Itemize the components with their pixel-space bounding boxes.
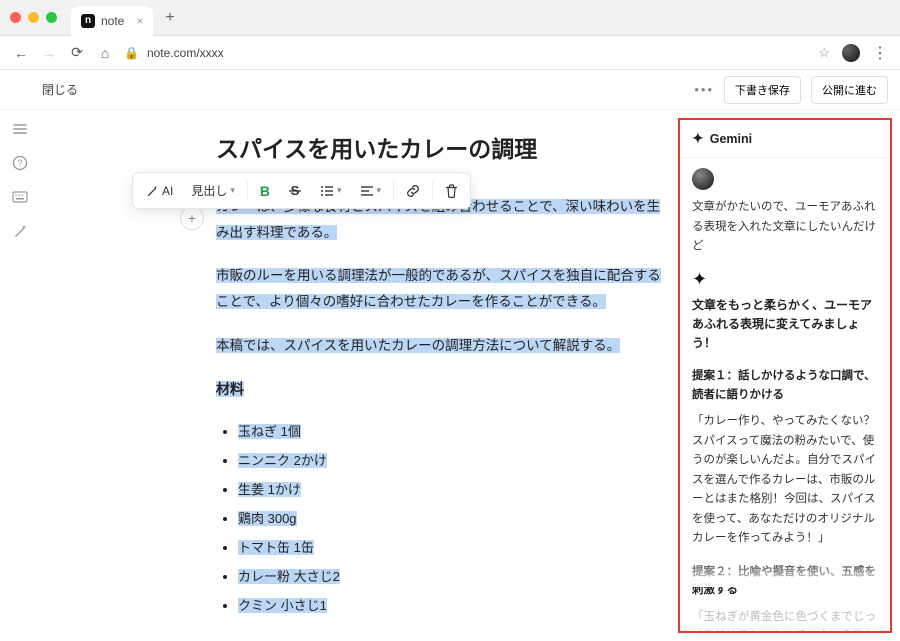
paragraph[interactable]: 市販のルーを用いる調理法が一般的であるが、スパイスを独自に配合することで、より個… [216,268,661,309]
browser-tab[interactable]: n note × [71,6,153,36]
reload-button[interactable]: ⟳ [68,44,86,61]
chevron-down-icon: ▾ [230,185,235,196]
close-link[interactable]: 閉じる [42,81,78,98]
user-avatar [692,168,714,190]
bold-button[interactable]: B [252,178,278,204]
tab-close-icon[interactable]: × [136,14,143,28]
link-button[interactable] [398,179,428,203]
back-button[interactable]: ← [12,45,30,61]
proposal-2-body: 「玉ねぎが黄金色に色づくまでじっくり炒めると、キッチン中に食欲をそそる香りが広が… [692,608,878,631]
list-item[interactable]: カレー粉 大さじ2 [238,569,340,584]
list-item[interactable]: ニンニク 2かけ [238,453,327,468]
insert-block-button[interactable]: + [180,206,204,230]
more-menu-icon[interactable]: ••• [694,82,714,97]
chevron-down-icon: ▾ [337,185,342,196]
align-menu[interactable]: ▾ [352,180,390,202]
lock-icon: 🔒 [124,46,139,60]
bookmark-icon[interactable]: ☆ [818,45,830,61]
article-body[interactable]: カレーは、多様な食材とスパイスを組み合わせることで、深い味わいを生み出す料理であ… [216,194,662,614]
heading-2[interactable]: 材料 [216,381,244,397]
assistant-heading: 文章をもっと柔らかく、ユーモアあふれる表現に変えてみましょう！ [692,296,878,354]
sparkle-icon: ✦ [692,269,878,290]
url-bar[interactable]: 🔒 note.com/xxxx [124,46,808,60]
svg-text:?: ? [17,158,22,168]
trash-button[interactable] [437,179,466,203]
ingredient-list[interactable]: 玉ねぎ 1個 ニンニク 2かけ 生姜 1かけ 鶏肉 300g トマト缶 1缶 カ… [216,421,662,614]
paragraph[interactable]: 本稿では、スパイスを用いたカレーの調理方法について解説する。 [216,338,620,353]
window-close[interactable] [10,12,21,23]
menu-icon[interactable] [11,120,29,138]
url-text: note.com/xxxx [147,46,224,60]
favicon-icon: n [81,14,95,28]
tab-title: note [101,14,124,28]
window-minimize[interactable] [28,12,39,23]
gemini-panel: ✦ Gemini 文章がかたいので、ユーモアあふれる表現を入れた文章にしたいんだ… [680,120,890,631]
separator [247,181,248,201]
list-item[interactable]: クミン 小さじ1 [238,598,327,613]
chevron-down-icon: ▾ [377,185,382,196]
forward-button[interactable]: → [40,45,58,61]
heading-label: 見出し [191,182,227,199]
list-item[interactable]: 鶏肉 300g [238,511,297,526]
home-button[interactable]: ⌂ [96,45,114,61]
heading-menu[interactable]: 見出し ▾ [183,177,243,204]
list-item[interactable]: 玉ねぎ 1個 [238,424,301,439]
wand-icon[interactable] [11,222,29,240]
proposal-1-title: 提案１：話しかけるような口調で、読者に語りかける [692,367,878,404]
sparkle-icon: ✦ [692,130,704,147]
user-message: 文章がかたいので、ユーモアあふれる表現を入れた文章にしたいんだけど [692,198,878,257]
help-icon[interactable]: ? [11,154,29,172]
keyboard-icon[interactable] [11,188,29,206]
list-item[interactable]: 生姜 1かけ [238,482,301,497]
selection-toolbar: AI 見出し ▾ B S ▾ ▾ [132,172,471,209]
separator [432,181,433,201]
save-draft-button[interactable]: 下書き保存 [724,76,801,104]
ai-label: AI [162,184,173,198]
fade-overlay [680,557,890,587]
left-rail: ? [0,110,40,641]
list-menu[interactable]: ▾ [312,180,350,202]
profile-avatar[interactable] [842,44,860,62]
proposal-1-body: 「カレー作り、やってみたくない？スパイスって魔法の粉みたいで、使うのが楽しいんだ… [692,412,878,549]
window-zoom[interactable] [46,12,57,23]
list-item[interactable]: トマト缶 1缶 [238,540,314,555]
strike-button[interactable]: S [280,179,310,203]
ai-button[interactable]: AI [137,179,181,203]
panel-brand: Gemini [710,132,752,146]
separator [393,181,394,201]
browser-menu-icon[interactable]: ⋮ [872,43,888,63]
article-title[interactable]: スパイスを用いたカレーの調理 [216,130,662,164]
publish-button[interactable]: 公開に進む [811,76,888,104]
new-tab-button[interactable]: + [161,5,178,31]
